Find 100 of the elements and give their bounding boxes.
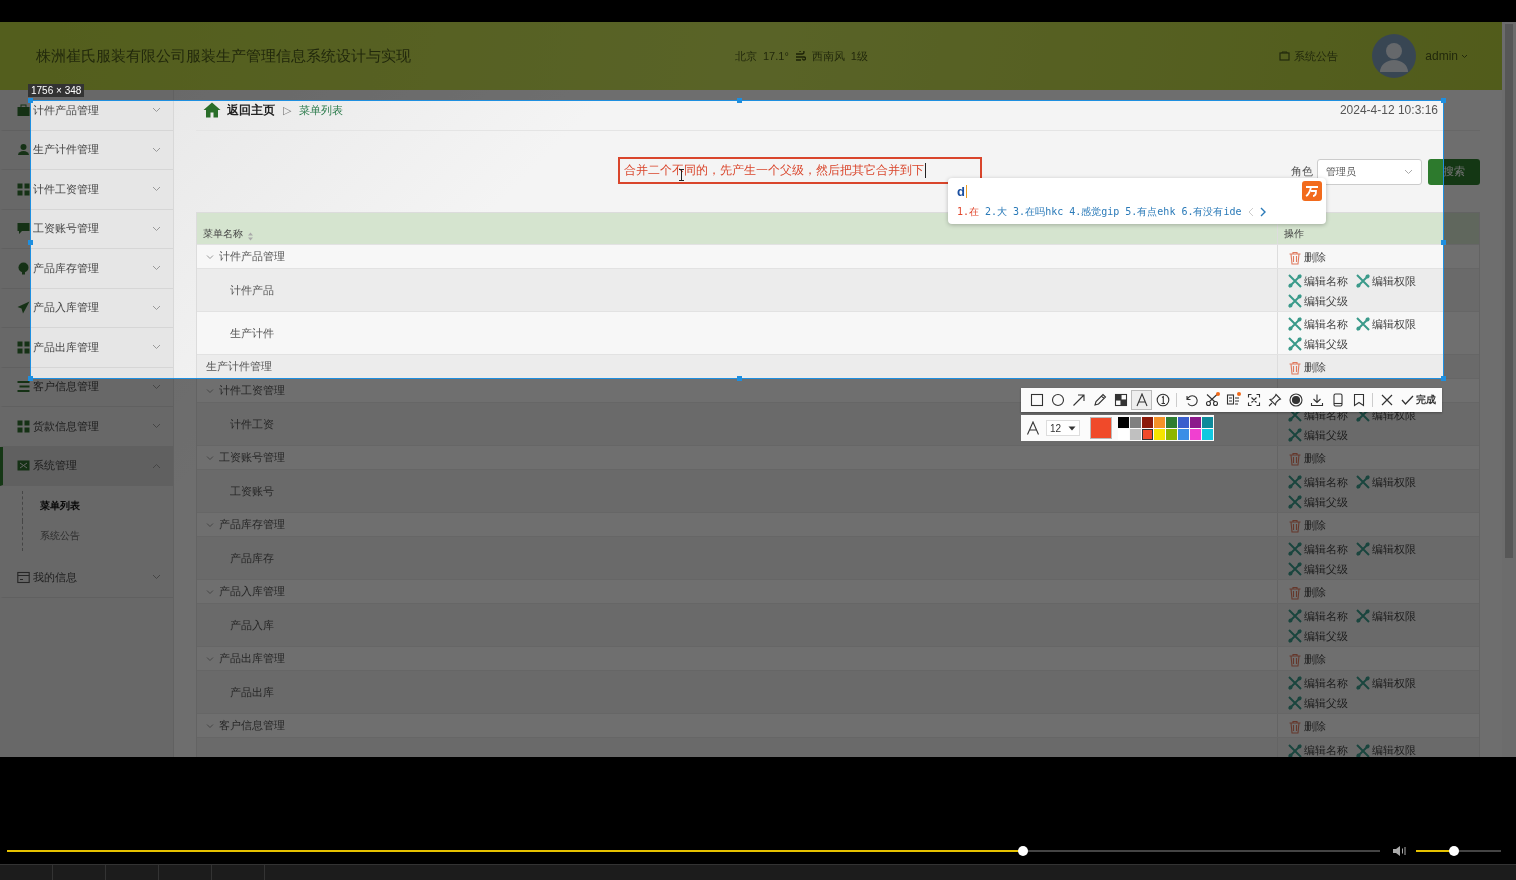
breadcrumb-separator: ▷: [283, 103, 292, 117]
wrench-icon: [1356, 317, 1370, 331]
edit-link[interactable]: 编辑名称: [1288, 740, 1348, 757]
edit-link[interactable]: 编辑父级: [1288, 334, 1348, 354]
wrench-icon: [1288, 294, 1302, 308]
sidebar-subitem[interactable]: 菜单列表: [22, 491, 173, 521]
chat-icon: [17, 222, 30, 236]
sidebar-item[interactable]: 生产计件管理: [0, 130, 173, 170]
edit-link[interactable]: 编辑权限: [1356, 740, 1416, 757]
edit-link[interactable]: 编辑名称: [1288, 673, 1348, 693]
wrench-icon: [1288, 629, 1302, 643]
edit-link[interactable]: 编辑名称: [1288, 271, 1348, 291]
column-header: 操作: [1283, 227, 1305, 241]
sidebar-item[interactable]: 客户信息管理: [0, 367, 173, 407]
color-swatch[interactable]: [1118, 416, 1129, 428]
color-swatch[interactable]: [1190, 428, 1201, 440]
wrench-icon: [1288, 475, 1302, 489]
delete-link[interactable]: 删除: [1288, 716, 1326, 737]
rectangle-icon: [1029, 393, 1044, 407]
font-size-select[interactable]: 12: [1046, 420, 1080, 436]
sidebar-item[interactable]: 计件工资管理: [0, 170, 173, 210]
home-link[interactable]: 返回主页: [227, 101, 275, 119]
selection-frame[interactable]: [30, 100, 1444, 379]
menu-name: 生产计件: [230, 325, 274, 341]
delete-link[interactable]: 删除: [1288, 515, 1326, 536]
role-label: 角色: [1291, 164, 1313, 179]
sidebar-item[interactable]: 产品库存管理: [0, 249, 173, 289]
edit-link[interactable]: 编辑名称: [1288, 314, 1348, 334]
sidebar-item[interactable]: 货款信息管理: [0, 407, 173, 447]
menu-name: 生产计件管理: [206, 359, 272, 374]
edit-link[interactable]: 编辑父级: [1288, 425, 1348, 445]
color-swatch[interactable]: [1178, 428, 1189, 440]
breadcrumb-current: 菜单列表: [299, 102, 344, 118]
slider-thumb[interactable]: [1449, 846, 1460, 856]
search-button[interactable]: 搜索: [1428, 158, 1480, 185]
edit-link[interactable]: 编辑名称: [1288, 606, 1348, 626]
color-swatch[interactable]: [1118, 428, 1129, 440]
close-icon: [1380, 394, 1393, 406]
color-swatch[interactable]: [1154, 428, 1165, 440]
trash-icon: [1288, 719, 1302, 734]
volume-icon[interactable]: [1392, 845, 1408, 857]
datetime: 2024-4-12 10:3:16: [1339, 103, 1439, 117]
done-button[interactable]: 完成: [1397, 393, 1436, 407]
text-scan-icon: [1225, 393, 1240, 407]
delete-link[interactable]: 删除: [1288, 247, 1326, 268]
wrench-icon: [1356, 743, 1370, 757]
arrow-icon: [1071, 393, 1086, 407]
menu-name: 产品库存: [230, 550, 274, 566]
menu-name: 产品出库管理: [219, 651, 285, 666]
edit-link[interactable]: 编辑权限: [1356, 472, 1416, 492]
download-icon: [1309, 393, 1324, 407]
home-icon[interactable]: [203, 102, 221, 118]
edit-link[interactable]: 编辑权限: [1356, 271, 1416, 291]
color-swatch[interactable]: [1178, 416, 1189, 428]
delete-link[interactable]: 删除: [1288, 448, 1326, 469]
color-swatch[interactable]: [1202, 428, 1213, 440]
color-swatch[interactable]: [1142, 416, 1153, 428]
sidebar-item[interactable]: 我的信息: [0, 558, 173, 598]
edit-link[interactable]: 编辑名称: [1288, 472, 1348, 492]
edit-link[interactable]: 编辑父级: [1288, 626, 1348, 646]
wrench-icon: [1288, 542, 1302, 556]
edit-link[interactable]: 编辑权限: [1356, 314, 1416, 334]
wrench-icon: [1288, 743, 1302, 757]
color-swatch[interactable]: [1130, 428, 1141, 440]
wrench-icon: [1288, 317, 1302, 331]
scan-frame-icon: [1246, 393, 1261, 407]
delete-link[interactable]: 删除: [1288, 582, 1326, 603]
color-swatch[interactable]: [1202, 416, 1213, 428]
delete-link[interactable]: 删除: [1288, 357, 1326, 378]
wrench-icon: [1288, 428, 1302, 442]
color-swatch[interactable]: [1166, 428, 1177, 440]
undo-icon: [1183, 393, 1198, 407]
edit-link[interactable]: 编辑父级: [1288, 693, 1348, 713]
edit-link[interactable]: 编辑权限: [1356, 606, 1416, 626]
color-swatch[interactable]: [1142, 428, 1153, 440]
current-color-swatch[interactable]: [1090, 417, 1112, 439]
sidebar-item[interactable]: 产品入库管理: [0, 288, 173, 328]
pencil-icon: [1092, 393, 1107, 407]
color-swatch[interactable]: [1130, 416, 1141, 428]
edit-link[interactable]: 编辑权限: [1356, 673, 1416, 693]
plane-icon: [17, 301, 30, 315]
tool-button[interactable]: [1131, 390, 1152, 410]
color-swatch[interactable]: [1154, 416, 1165, 428]
edit-link[interactable]: 编辑父级: [1288, 492, 1348, 512]
notice-icon: [1279, 51, 1291, 61]
checkmark-icon: [1401, 395, 1414, 405]
color-swatch[interactable]: [1190, 416, 1201, 428]
sidebar-item[interactable]: 产品出库管理: [0, 328, 173, 368]
role-select[interactable]: 管理员: [1317, 158, 1422, 185]
trash-icon: [1288, 360, 1302, 375]
sidebar-item[interactable]: 工资账号管理: [0, 209, 173, 249]
font-icon: [1026, 421, 1040, 435]
edit-link[interactable]: 编辑父级: [1288, 291, 1348, 311]
next-icon[interactable]: [1259, 206, 1267, 217]
edit-link[interactable]: 编辑父级: [1288, 559, 1348, 579]
edit-link[interactable]: 编辑名称: [1288, 539, 1348, 559]
edit-link[interactable]: 编辑权限: [1356, 539, 1416, 559]
delete-link[interactable]: 删除: [1288, 649, 1326, 670]
color-swatch[interactable]: [1166, 416, 1177, 428]
slider-thumb[interactable]: [1018, 846, 1028, 856]
